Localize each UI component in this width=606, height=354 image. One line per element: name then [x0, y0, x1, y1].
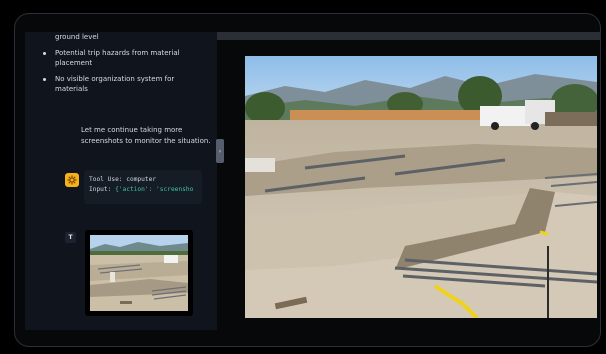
screenshot-thumbnail[interactable] — [85, 230, 193, 316]
findings-list: ground level Potential trip hazards from… — [43, 32, 205, 100]
chat-transcript-panel[interactable]: ground level Potential trip hazards from… — [25, 32, 217, 330]
construction-site-image — [245, 56, 597, 318]
chevron-icon: › — [218, 147, 222, 155]
screenshot-viewer[interactable] — [245, 56, 597, 318]
tool-result-avatar: T — [65, 232, 76, 243]
tool-use-title: Tool Use: computer — [89, 176, 157, 183]
list-item: Potential trip hazards from material pla… — [43, 48, 205, 69]
app-window: ground level Potential trip hazards from… — [14, 13, 601, 347]
list-item: No visible organization system for mater… — [43, 74, 205, 95]
panel-collapse-toggle[interactable]: › — [216, 139, 224, 163]
screenshot-thumbnail-image — [90, 235, 188, 311]
tool-use-block: Tool Use: computer Input: {'action': 'sc… — [84, 170, 202, 204]
viewer-top-bar — [217, 32, 600, 40]
assistant-message: Let me continue taking more screenshots … — [81, 126, 211, 145]
tool-use-input: Input: {'action': 'screensho — [89, 186, 194, 193]
list-item: ground level — [55, 33, 99, 41]
claude-logo-icon — [65, 173, 79, 187]
